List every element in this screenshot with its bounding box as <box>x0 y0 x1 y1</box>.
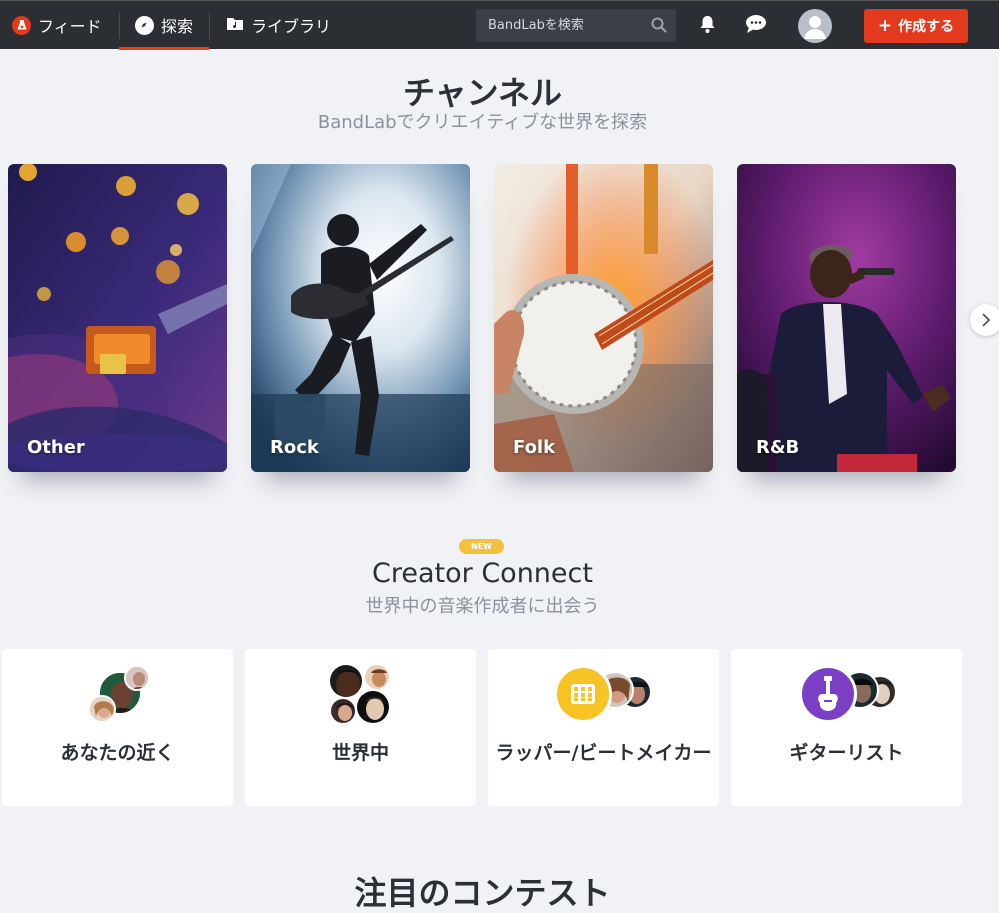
channel-label: Other <box>27 437 85 458</box>
user-icon <box>804 16 826 39</box>
channel-card-other[interactable]: Other <box>8 164 227 472</box>
create-button-label: 作成する <box>898 19 955 35</box>
creator-card-rappers[interactable]: ラッパー/ビートメイカー <box>488 649 719 806</box>
creator-avatar <box>363 663 391 691</box>
creator-avatar <box>88 695 116 723</box>
creator-connect-title: Creator Connect <box>372 558 593 589</box>
creator-card-guitarists[interactable]: ギターリスト <box>731 649 962 806</box>
carousel-next-button[interactable] <box>970 304 999 336</box>
library-folder-icon <box>226 16 244 35</box>
chevron-right-icon <box>982 313 991 327</box>
user-avatar[interactable] <box>798 9 832 43</box>
nav-feed[interactable]: フィード <box>12 1 102 49</box>
search-box <box>476 9 676 42</box>
create-button[interactable]: + 作成する <box>864 9 968 43</box>
creator-avatar <box>328 663 364 699</box>
creator-connect-subtitle: 世界中の音楽作成者に出会う <box>365 596 600 617</box>
new-badge: NEW <box>459 539 504 554</box>
channel-card-rock[interactable]: Rock <box>251 164 470 472</box>
channel-label: Folk <box>513 437 556 458</box>
feed-icon <box>12 15 31 35</box>
creator-card-label: 世界中 <box>331 742 389 764</box>
messages-icon[interactable] <box>745 14 769 39</box>
turntable-image <box>8 164 227 472</box>
contests-title: 注目のコンテスト <box>354 874 611 912</box>
nav-divider <box>209 13 210 39</box>
creator-card-label: あなたの近く <box>60 742 175 764</box>
creator-avatar <box>329 697 357 725</box>
nav-library[interactable]: ライブラリ <box>226 1 331 49</box>
beatmaker-icon-circle <box>554 665 612 723</box>
drum-pad-icon <box>571 684 595 704</box>
creator-avatar <box>124 665 150 691</box>
nav-explore[interactable]: 探索 <box>119 1 209 50</box>
plus-icon: + <box>877 15 893 36</box>
rnb-singer-image <box>737 164 956 472</box>
guitarist-icon-circle <box>799 665 857 723</box>
creator-avatar <box>355 689 391 725</box>
search-icon[interactable] <box>651 17 667 37</box>
nav-feed-label: フィード <box>38 17 102 36</box>
rock-guitarist-image <box>251 164 470 472</box>
top-navigation-bar: フィード 探索 ライブラリ + 作成する <box>0 0 999 50</box>
banjo-player-image <box>494 164 713 472</box>
channel-label: R&B <box>756 437 800 458</box>
channels-subtitle: BandLabでクリエイティブな世界を探索 <box>317 112 648 133</box>
nav-library-label: ライブラリ <box>251 17 332 36</box>
nav-explore-label: 探索 <box>160 17 193 36</box>
creator-card-worldwide[interactable]: 世界中 <box>245 649 476 806</box>
search-input[interactable] <box>476 9 676 42</box>
guitar-icon <box>818 676 838 711</box>
creator-card-label: ギターリスト <box>789 742 904 764</box>
channel-label: Rock <box>270 437 319 458</box>
channel-card-folk[interactable]: Folk <box>494 164 713 472</box>
creator-card-label: ラッパー/ビートメイカー <box>495 742 712 764</box>
channel-card-rnb[interactable]: R&B <box>737 164 956 472</box>
compass-icon <box>134 15 154 35</box>
bell-icon[interactable] <box>699 15 716 38</box>
creator-card-nearby[interactable]: あなたの近く <box>2 649 233 806</box>
